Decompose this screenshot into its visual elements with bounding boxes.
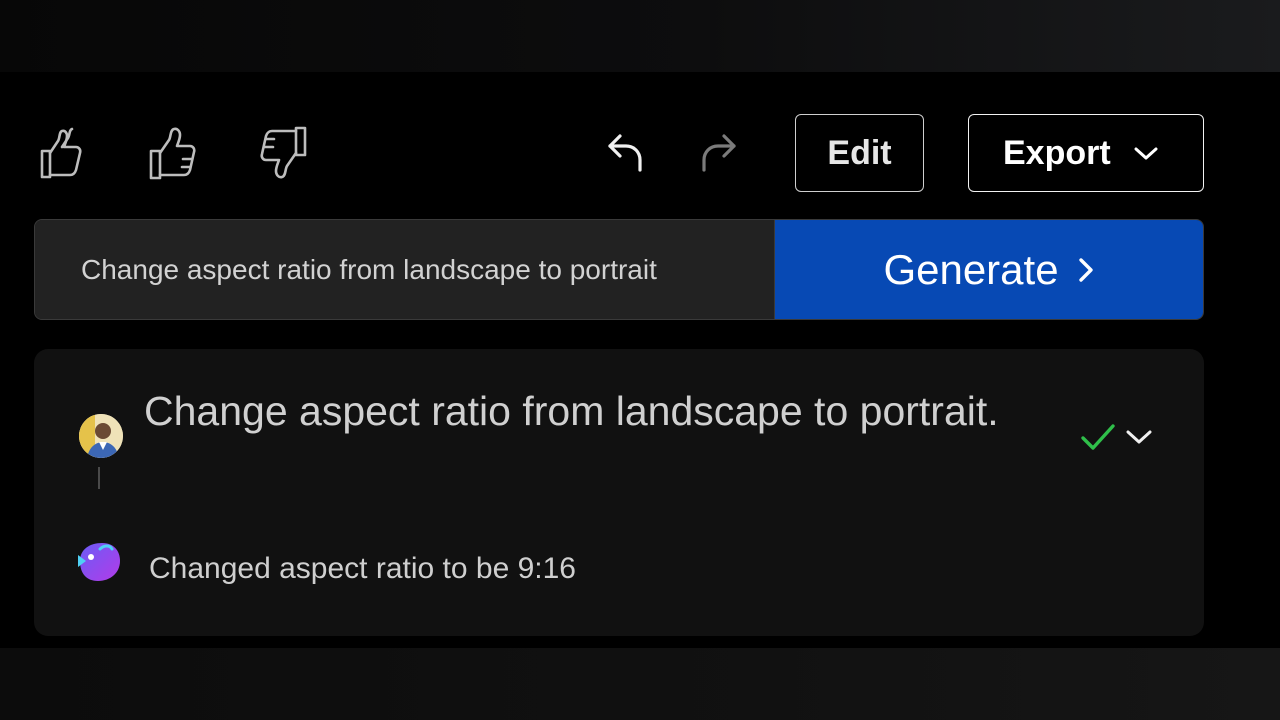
user-avatar: [79, 414, 123, 458]
bottom-bar: [0, 648, 1280, 720]
message-status: [1080, 423, 1154, 456]
generate-button[interactable]: Generate: [775, 220, 1203, 319]
assistant-avatar-icon: [76, 541, 124, 587]
assistant-message: Changed aspect ratio to be 9:16: [149, 552, 576, 585]
thumbs-up-icon[interactable]: [146, 124, 202, 182]
thumbs-down-icon[interactable]: [254, 124, 310, 182]
double-thumbs-up-icon[interactable]: [38, 124, 96, 182]
export-button[interactable]: Export: [968, 114, 1204, 192]
generate-button-label: Generate: [883, 245, 1059, 293]
prompt-bar: Generate: [34, 219, 1204, 320]
top-bar: [0, 0, 1280, 72]
chevron-right-icon: [1077, 255, 1095, 285]
redo-icon[interactable]: [694, 130, 742, 176]
app-screen: Edit Export Generate: [0, 0, 1280, 720]
undo-icon[interactable]: [602, 130, 650, 176]
export-button-label: Export: [1003, 133, 1111, 172]
check-icon: [1080, 423, 1116, 456]
thread-line: [98, 467, 100, 489]
edit-button[interactable]: Edit: [795, 114, 924, 192]
prompt-input[interactable]: [35, 220, 775, 319]
chevron-down-icon[interactable]: [1124, 427, 1154, 452]
chevron-down-icon: [1133, 145, 1159, 161]
edit-button-label: Edit: [827, 133, 892, 172]
history-card: Change aspect ratio from landscape to po…: [34, 349, 1204, 636]
user-message: Change aspect ratio from landscape to po…: [144, 388, 999, 434]
